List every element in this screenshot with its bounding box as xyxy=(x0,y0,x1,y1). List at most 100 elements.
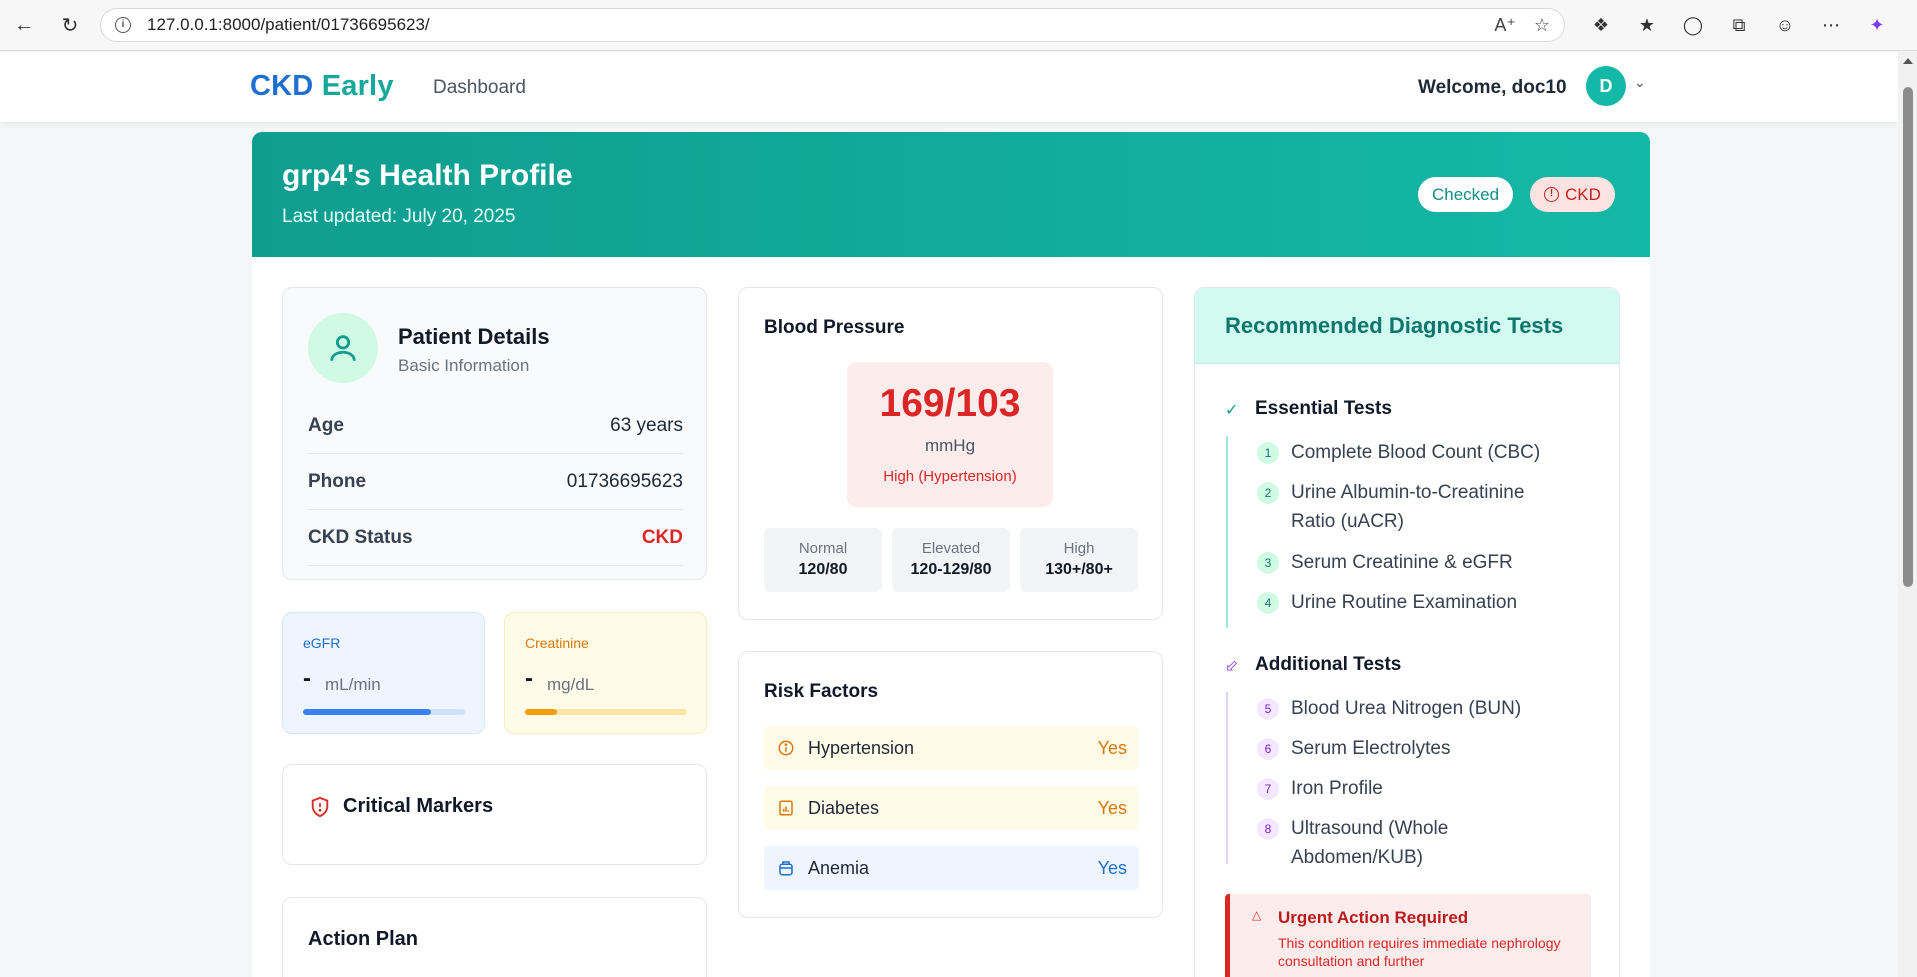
patient-details-title: Patient Details xyxy=(398,324,550,349)
risk-label: Hypertension xyxy=(808,737,915,758)
creatinine-progress-bar xyxy=(525,709,687,715)
age-value: 63 years xyxy=(610,414,683,436)
nav-dashboard-link[interactable]: Dashboard xyxy=(433,77,526,99)
health-profile-card: grp4's Health Profile Last updated: July… xyxy=(252,132,1650,977)
favorite-star-icon[interactable]: ☆ xyxy=(1534,15,1550,36)
blood-pressure-title: Blood Pressure xyxy=(764,317,905,338)
essential-divider xyxy=(1226,436,1228,628)
egfr-unit: mL/min xyxy=(325,675,381,694)
egfr-label: eGFR xyxy=(303,635,341,651)
critical-markers-title: Critical Markers xyxy=(343,795,494,817)
copilot-icon[interactable]: ✦ xyxy=(1861,9,1893,41)
collections-icon[interactable]: ⧉ xyxy=(1723,9,1755,41)
bp-reading-box: 169/103 mmHg High (Hypertension) xyxy=(847,362,1053,507)
critical-markers-card: Critical Markers xyxy=(282,764,707,865)
risk-hypertension: Hypertension Yes xyxy=(764,726,1139,770)
ckd-status-label: CKD Status xyxy=(308,526,413,548)
url-text[interactable]: 127.0.0.1:8000/patient/01736695623/ xyxy=(147,15,430,35)
shield-icon[interactable]: ◯ xyxy=(1677,9,1709,41)
page-scrollbar[interactable] xyxy=(1898,52,1917,977)
essential-tests-title: Essential Tests xyxy=(1255,398,1392,419)
browser-toolbar: ← ↻ i 127.0.0.1:8000/patient/01736695623… xyxy=(0,0,1917,51)
info-circle-icon xyxy=(776,738,796,758)
age-label: Age xyxy=(308,414,344,436)
blood-pressure-card: Blood Pressure 169/103 mmHg High (Hypert… xyxy=(738,287,1163,620)
chevron-down-icon[interactable]: ⌄ xyxy=(1634,74,1646,91)
patient-details-card: Patient Details Basic Information Age 63… xyxy=(282,287,707,580)
creatinine-value: - xyxy=(525,665,533,692)
scrollbar-thumb[interactable] xyxy=(1903,87,1913,587)
user-avatar[interactable]: D xyxy=(1586,66,1626,106)
recommended-tests-title: Recommended Diagnostic Tests xyxy=(1225,313,1564,338)
bp-range-label: Elevated xyxy=(921,540,981,557)
test-number: 6 xyxy=(1257,738,1279,760)
test-label: Serum Creatinine & eGFR xyxy=(1291,552,1513,573)
back-icon[interactable]: ← xyxy=(6,7,42,43)
risk-label: Diabetes xyxy=(808,797,880,818)
action-plan-card: Action Plan xyxy=(282,897,707,977)
profile-hero: grp4's Health Profile Last updated: July… xyxy=(252,132,1650,257)
test-label: Urine Routine Examination xyxy=(1291,592,1518,613)
urgent-action-alert: △ Urgent Action Required This condition … xyxy=(1225,894,1591,977)
risk-label: Anemia xyxy=(808,857,870,878)
ckd-badge: ! CKD xyxy=(1530,177,1615,212)
patient-details-subtitle: Basic Information xyxy=(398,356,530,375)
lightning-icon: ⬃ xyxy=(1225,658,1239,675)
egfr-progress-fill xyxy=(303,709,431,715)
test-label: Ultrasound (Whole Abdomen/KUB) xyxy=(1291,818,1449,868)
urgent-action-title: Urgent Action Required xyxy=(1278,908,1469,927)
bp-status: High (Hypertension) xyxy=(883,468,1017,485)
checked-badge: Checked xyxy=(1418,177,1514,212)
bp-range-high: High 130+/80+ xyxy=(1020,528,1138,592)
reload-icon[interactable]: ↻ xyxy=(52,7,88,43)
more-menu-icon[interactable]: ⋯ xyxy=(1815,9,1847,41)
bp-range-label: Normal xyxy=(798,540,848,557)
age-row: Age 63 years xyxy=(308,398,683,454)
creatinine-card: Creatinine - mg/dL xyxy=(504,612,707,734)
risk-value: Yes xyxy=(1097,797,1127,818)
check-icon: ✓ xyxy=(1225,402,1239,419)
app-header: CKD Early Dashboard Welcome, doc10 D ⌄ xyxy=(0,52,1898,122)
test-label: Blood Urea Nitrogen (BUN) xyxy=(1291,698,1522,719)
risk-value: Yes xyxy=(1097,857,1127,878)
bp-value: 169/103 xyxy=(879,382,1021,425)
creatinine-unit: mg/dL xyxy=(547,675,595,694)
test-label: Serum Electrolytes xyxy=(1291,738,1451,759)
bp-range-normal: Normal 120/80 xyxy=(764,528,882,592)
action-plan-title: Action Plan xyxy=(308,928,419,950)
test-number: 4 xyxy=(1257,592,1279,614)
test-number: 1 xyxy=(1257,442,1279,464)
test-number: 3 xyxy=(1257,552,1279,574)
page-title: grp4's Health Profile xyxy=(282,159,573,192)
risk-factors-card: Risk Factors Hypertension Yes Diabetes Y… xyxy=(738,651,1163,918)
read-aloud-icon[interactable]: A⁺ xyxy=(1494,15,1516,36)
welcome-text: Welcome, doc10 xyxy=(1418,77,1567,98)
blood-bag-icon xyxy=(776,858,796,878)
bp-range-elevated: Elevated 120-129/80 xyxy=(892,528,1010,592)
test-number: 5 xyxy=(1257,698,1279,720)
bp-range-value: 120-129/80 xyxy=(910,561,992,578)
ckd-status-row: CKD Status CKD xyxy=(308,510,683,566)
brand-part2: Early xyxy=(321,70,394,102)
recommended-tests-header: Recommended Diagnostic Tests xyxy=(1195,288,1619,364)
profile-icon[interactable]: ☺ xyxy=(1769,9,1801,41)
additional-tests-title: Additional Tests xyxy=(1255,654,1402,675)
scroll-up-icon[interactable] xyxy=(1903,58,1913,64)
brand-logo[interactable]: CKD Early xyxy=(250,70,394,103)
test-number: 8 xyxy=(1257,818,1279,840)
additional-divider xyxy=(1226,692,1228,864)
ckd-badge-label: CKD xyxy=(1565,184,1601,204)
last-updated: Last updated: July 20, 2025 xyxy=(282,206,516,227)
site-info-icon[interactable]: i xyxy=(115,17,131,33)
creatinine-label: Creatinine xyxy=(525,635,589,651)
bp-range-label: High xyxy=(1063,540,1095,557)
urgent-action-text: This condition requires immediate nephro… xyxy=(1278,935,1561,969)
test-number: 7 xyxy=(1257,778,1279,800)
extensions-icon[interactable]: ❖ xyxy=(1585,9,1617,41)
favorites-icon[interactable]: ★ xyxy=(1631,9,1663,41)
test-label: Complete Blood Count (CBC) xyxy=(1291,442,1541,463)
risk-factors-title: Risk Factors xyxy=(764,681,879,702)
phone-label: Phone xyxy=(308,470,367,492)
alert-circle-icon: ! xyxy=(1544,187,1559,202)
address-bar[interactable]: i 127.0.0.1:8000/patient/01736695623/ A⁺… xyxy=(100,8,1565,42)
